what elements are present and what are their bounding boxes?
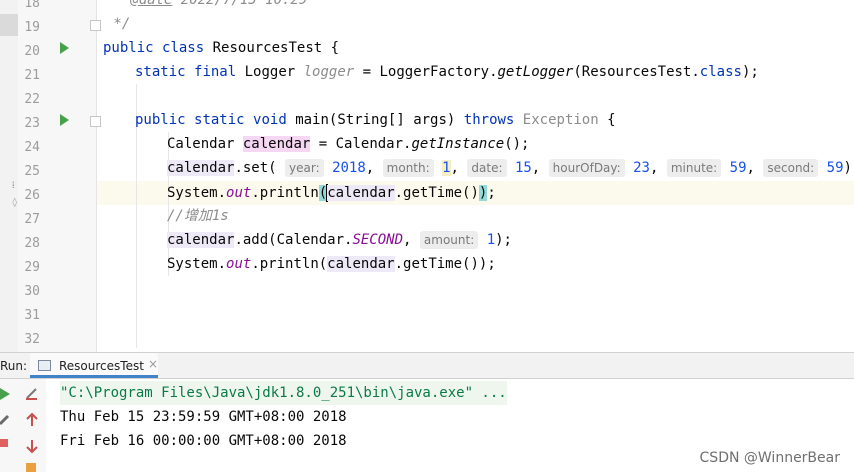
code-line-26: System.out.println(calendar.getTime()); <box>167 184 496 202</box>
line-number: 32 <box>24 332 40 347</box>
param-hint: minute: <box>666 159 722 177</box>
watermark: CSDN @WinnerBear <box>699 450 840 466</box>
code-line-21: static final Logger logger = LoggerFacto… <box>135 64 759 80</box>
line-number: 23 <box>24 116 40 131</box>
code-line-19: */ <box>105 16 131 32</box>
line-number: 19 <box>24 20 40 35</box>
code-line-29: System.out.println(calendar.getTime()); <box>167 256 496 272</box>
edit-config-icon[interactable] <box>26 388 37 400</box>
param-hint: year: <box>285 159 324 177</box>
line-number: 26 <box>24 188 40 203</box>
run-class-icon[interactable] <box>60 42 69 54</box>
code-line-23: public static void main(String[] args) t… <box>135 112 616 128</box>
console-line-command: "C:\Program Files\Java\jdk1.8.0_251\bin\… <box>60 381 507 405</box>
up-arrow-icon[interactable] <box>26 412 38 426</box>
param-hint: hourOfDay: <box>548 159 625 177</box>
line-number: 24 <box>24 140 40 155</box>
code-line-28: calendar.add(Calendar.SECOND, amount: 1)… <box>167 231 512 249</box>
code-editor[interactable]: 18 19 20 21 22 23 24 25 26 27 28 29 30 3… <box>0 0 854 352</box>
line-number: 21 <box>24 68 40 83</box>
run-tool-window-header: Run: ResourcesTest × <box>0 352 854 379</box>
param-hint: amount: <box>419 231 479 249</box>
run-main-icon[interactable] <box>60 114 69 126</box>
run-toolbar <box>0 379 47 472</box>
code-line-27: //增加1s <box>167 208 229 224</box>
tab-label: ResourcesTest <box>59 359 144 373</box>
rerun-icon[interactable] <box>0 388 10 400</box>
fold-icon[interactable] <box>90 116 101 127</box>
wrench-icon[interactable] <box>0 414 10 426</box>
fold-icon[interactable] <box>90 20 101 31</box>
pin-icon[interactable] <box>26 463 36 472</box>
line-number: 28 <box>24 236 40 251</box>
code-line-18: * @date 2022/7/15 10:29 <box>105 0 308 8</box>
line-number: 22 <box>24 92 40 107</box>
side-marker-icon: ◊ <box>12 198 18 208</box>
console-line: Fri Feb 16 00:00:00 GMT+08:00 2018 <box>60 433 347 449</box>
line-number: 30 <box>24 284 40 299</box>
line-number: 27 <box>24 212 40 227</box>
run-label: Run: <box>0 359 28 373</box>
line-number: 25 <box>24 164 40 179</box>
console-line: Thu Feb 15 23:59:59 GMT+08:00 2018 <box>60 409 347 425</box>
line-number: 31 <box>24 308 40 323</box>
down-arrow-icon[interactable] <box>26 440 38 454</box>
code-line-20: public class ResourcesTest { <box>103 40 340 56</box>
stop-icon[interactable] <box>0 439 8 447</box>
code-line-25: calendar.set( year: 2018, month: 1, date… <box>167 159 854 177</box>
line-number: 29 <box>24 260 40 275</box>
close-icon[interactable]: × <box>148 357 158 371</box>
param-hint: month: <box>382 159 434 177</box>
line-number: 20 <box>24 44 40 59</box>
left-tool-strip <box>0 0 18 352</box>
param-hint: date: <box>467 159 507 177</box>
console-icon <box>38 360 51 371</box>
param-hint: second: <box>763 159 819 177</box>
line-number: 18 <box>24 0 40 11</box>
side-marker-icon: ⁞ <box>12 181 15 191</box>
tab-resources-test[interactable]: ResourcesTest × <box>30 353 158 378</box>
code-line-24: Calendar calendar = Calendar.getInstance… <box>167 136 530 152</box>
